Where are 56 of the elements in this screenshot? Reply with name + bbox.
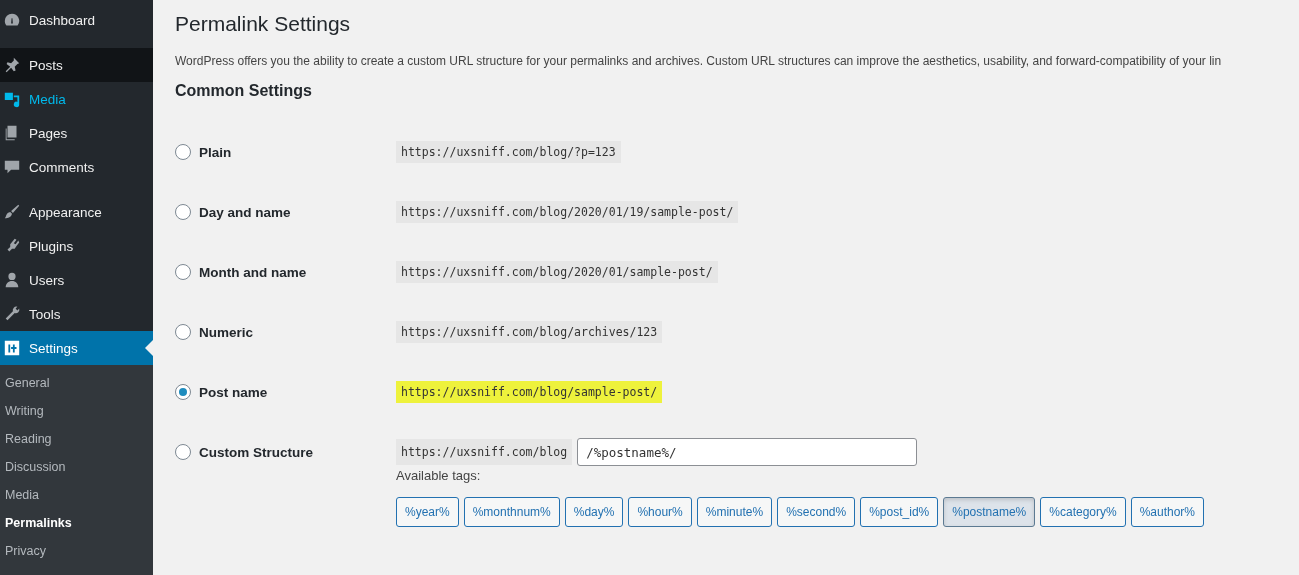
tag-button[interactable]: %author% [1130,497,1205,527]
submenu-item[interactable]: Media [0,481,153,509]
radio-button[interactable] [175,144,191,160]
tags-label: Available tags: [396,468,481,483]
menu-item[interactable]: Users [0,263,153,297]
description-text: WordPress offers you the ability to create a custom URL structure for your permalinks and archives. Custom URL structures can improve the aesthetics, usability, and forward-compatibility of your lin [175,54,1223,68]
radio-button[interactable] [175,324,191,340]
tag-button[interactable]: %second% [777,497,856,527]
wrench-icon [3,305,21,323]
page-title: Permalink Settings [175,12,352,36]
submenu-item[interactable]: General [0,369,153,397]
paintbrush-icon [3,203,21,221]
option-label[interactable]: Post name [199,384,268,400]
radio-button[interactable] [175,204,191,220]
tag-button[interactable]: %minute% [696,497,773,527]
menu-item[interactable]: Plugins [0,229,153,263]
user-icon [3,271,21,289]
option-label[interactable]: Month and name [199,264,307,280]
menu-item[interactable]: Settings [0,331,153,365]
url-prefix: https://uxsniff.com/blog [396,439,573,465]
option-label[interactable]: Day and name [199,204,291,220]
menu-item[interactable]: Comments [0,150,153,184]
submenu-item[interactable]: Reading [0,425,153,453]
tag-button[interactable]: %post_id% [860,497,939,527]
media-icon [3,90,21,108]
tag-button[interactable]: %category% [1040,497,1126,527]
section-title: Common Settings [175,82,313,100]
option-label[interactable]: Custom Structure [199,444,313,460]
pin-icon [3,56,21,74]
tag-button[interactable]: %year% [396,497,459,527]
submenu-item[interactable]: Privacy [0,537,153,565]
option-label[interactable]: Plain [199,144,232,160]
url-example: https://uxsniff.com/blog/archives/123 [396,321,663,343]
url-example: https://uxsniff.com/blog/?p=123 [396,141,621,163]
menu-item[interactable]: Pages [0,116,153,150]
menu-item[interactable]: Posts [0,48,153,82]
tag-button[interactable]: %day% [564,497,624,527]
radio-button[interactable] [175,264,191,280]
url-example: https://uxsniff.com/blog/sample-post/ [396,381,663,403]
radio-button[interactable] [175,444,191,460]
submenu-item[interactable]: Permalinks [0,509,153,537]
url-example: https://uxsniff.com/blog/2020/01/sample-post/ [396,261,718,283]
submenu-item[interactable]: Discussion [0,453,153,481]
menu-item[interactable]: Tools [0,297,153,331]
submenu-item[interactable]: Writing [0,397,153,425]
menu-item[interactable]: Dashboard [0,3,153,37]
tag-button[interactable]: %postname% [943,497,1036,527]
tag-button[interactable]: %monthnum% [463,497,560,527]
url-example: https://uxsniff.com/blog/2020/01/19/sample-post/ [396,201,739,223]
structure-field[interactable]: /%postname%/ [577,438,918,466]
tag-button[interactable]: %hour% [628,497,692,527]
menu-item[interactable]: Appearance [0,195,153,229]
menu-item[interactable]: Media [0,82,153,116]
option-label[interactable]: Numeric [199,324,254,340]
radio-button[interactable] [175,384,191,400]
sliders-icon [3,339,21,357]
